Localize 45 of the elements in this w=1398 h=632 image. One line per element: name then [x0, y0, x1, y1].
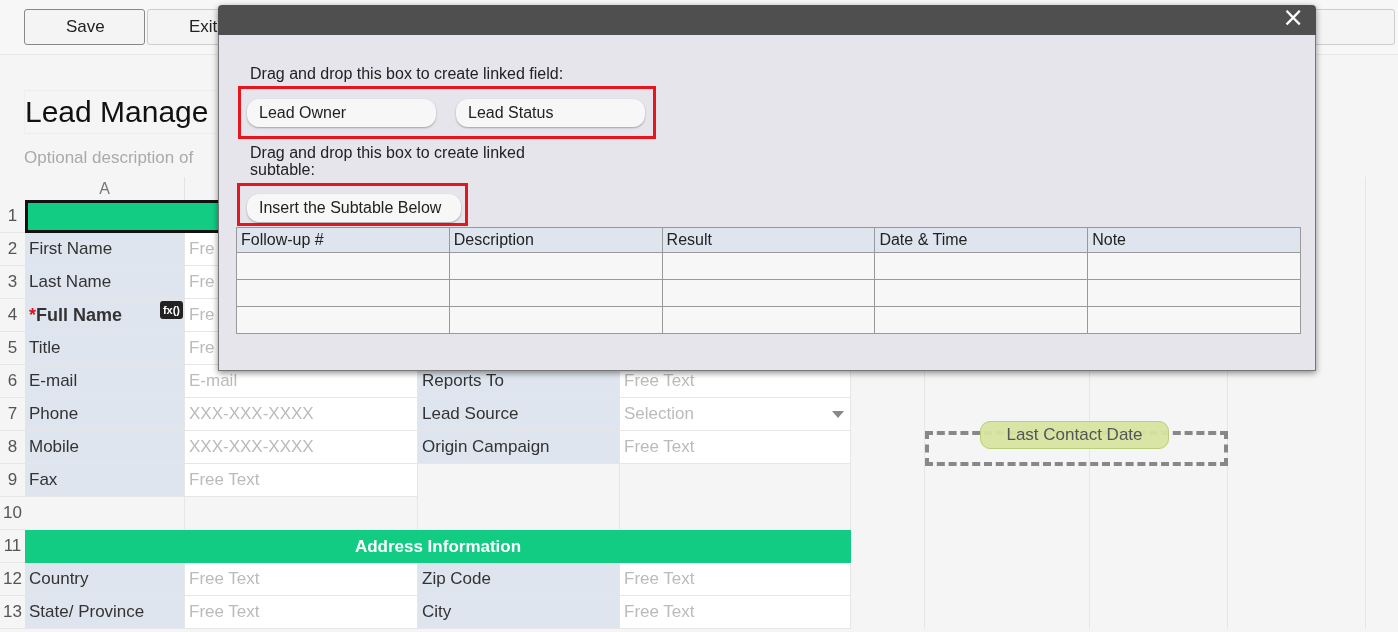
field-label[interactable]: Origin Campaign: [418, 431, 620, 464]
field-chip[interactable]: Lead Status: [456, 99, 645, 127]
instruction-text: Drag and drop this box to create linked field:: [250, 65, 565, 83]
instruction-text: Drag and drop this box to create linked subtable:: [250, 144, 526, 178]
formula-badge[interactable]: fx(): [159, 301, 183, 319]
field-label[interactable]: State/ Province: [25, 596, 185, 629]
field-label-text: Origin Campaign: [422, 437, 550, 457]
field-label[interactable]: Mobile: [25, 431, 185, 464]
field-label[interactable]: Lead Source: [418, 398, 620, 431]
field-label[interactable]: Last Name: [25, 266, 185, 299]
dragged-field-chip[interactable]: Last Contact Date: [980, 421, 1169, 449]
field-label[interactable]: Fax: [25, 464, 185, 497]
field-label-text: Country: [29, 569, 89, 589]
field-label[interactable]: Zip Code: [418, 563, 620, 596]
field-chip[interactable]: Lead Owner: [247, 99, 436, 127]
field-label-text: *Full Name: [29, 304, 123, 326]
form-title[interactable]: Lead Manage: [24, 90, 220, 134]
field-label-text: Lead Source: [422, 404, 519, 424]
field-label[interactable]: E-mail: [25, 365, 185, 398]
field-label-text: Mobile: [29, 437, 80, 457]
column-header: Result: [662, 227, 875, 253]
close-button[interactable]: ×: [1270, 4, 1316, 30]
column-header: Date & Time: [874, 227, 1088, 253]
field-label-text: Reports To: [422, 371, 504, 391]
toolbar-button[interactable]: Save: [24, 9, 145, 45]
field-label-text: Last Name: [29, 272, 112, 292]
field-label[interactable]: First Name: [25, 233, 185, 266]
column-header: Follow-up #: [236, 227, 450, 253]
field-label[interactable]: Country: [25, 563, 185, 596]
field-label-text: E-mail: [29, 371, 78, 391]
field-label-text: Title: [29, 338, 61, 358]
field-label[interactable]: Title: [25, 332, 185, 365]
field-label[interactable]: City: [418, 596, 620, 629]
subtable-chip[interactable]: Insert the Subtable Below: [247, 194, 461, 222]
field-label-text: City: [422, 602, 452, 622]
column-header: Description: [449, 227, 663, 253]
field-label-text: State/ Province: [29, 602, 145, 622]
column-header: Note: [1087, 227, 1301, 253]
field-label-text: Fax: [29, 470, 58, 490]
field-label-text: First Name: [29, 239, 113, 259]
field-label[interactable]: *Full Name fx(): [25, 299, 185, 332]
field-label-text: Zip Code: [422, 569, 491, 589]
field-label[interactable]: Phone: [25, 398, 185, 431]
field-label-text: Phone: [29, 404, 79, 424]
row-number: 10: [0, 497, 25, 530]
